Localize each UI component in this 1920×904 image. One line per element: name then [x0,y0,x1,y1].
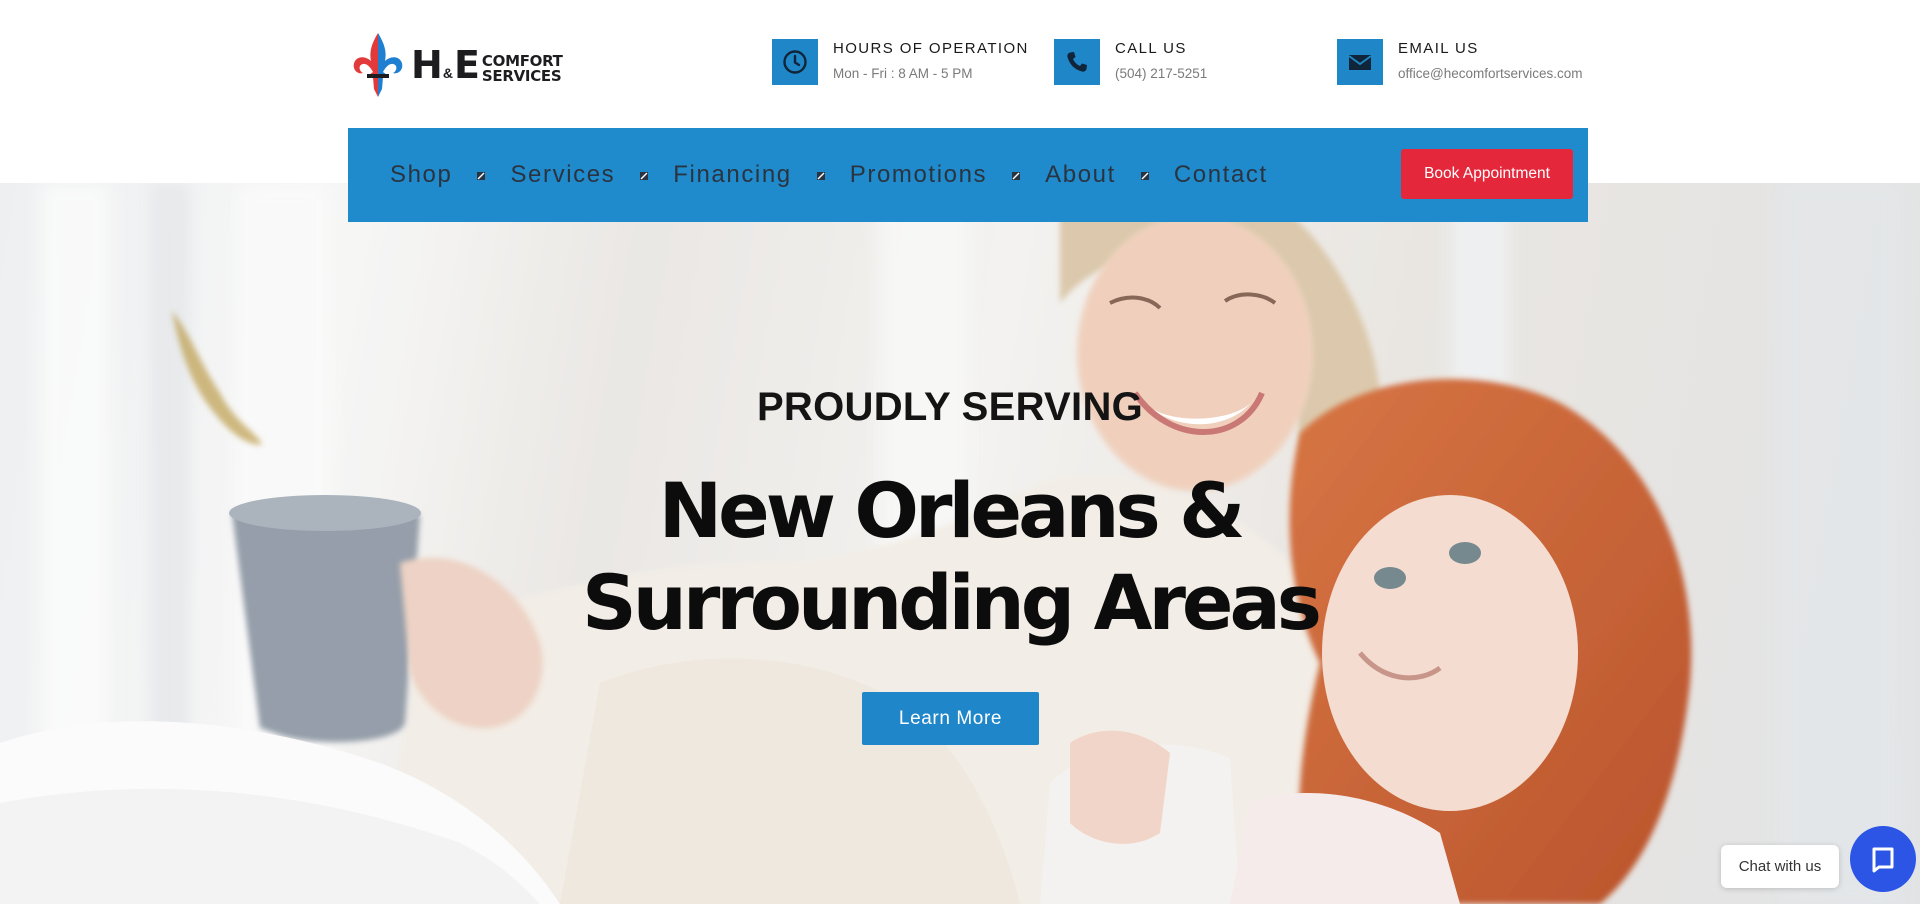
logo-subtext: COMFORT SERVICES [482,54,563,84]
logo-letter-e: E [453,43,480,87]
logo-ampersand: & [442,65,453,81]
chat-with-us-bubble[interactable]: Chat with us [1721,845,1839,888]
nav-separator-icon [1140,172,1149,180]
hours-value: Mon - Fri : 8 AM - 5 PM [833,66,973,81]
chat-launcher-button[interactable] [1850,826,1916,892]
chat-icon [1872,847,1894,873]
nav-separator-icon [816,172,825,180]
logo-letter-h: H [411,43,443,87]
nav-contact[interactable]: Contact [1174,161,1268,189]
fleur-de-lis-logo-icon [353,33,403,97]
hero-headline-line-2: Surrounding Areas [581,558,1322,647]
envelope-icon [1337,39,1383,85]
hero-headline-line-1: New Orleans & [658,466,1246,555]
nav-about[interactable]: About [1045,161,1116,189]
learn-more-button[interactable]: Learn More [862,692,1039,745]
hours-title: HOURS OF OPERATION [833,40,1029,57]
email-info[interactable]: EMAIL US office@hecomfortservices.com [1337,39,1583,85]
email-address-link[interactable]: office@hecomfortservices.com [1398,66,1583,81]
phone-number-link[interactable]: (504) 217-5251 [1115,66,1207,81]
call-info[interactable]: CALL US (504) 217-5251 [1054,39,1207,85]
book-appointment-button[interactable]: Book Appointment [1401,149,1573,199]
nav-shop[interactable]: Shop [390,161,452,189]
clock-icon [772,39,818,85]
phone-icon [1054,39,1100,85]
main-navigation: Shop Services Financing Promotions About… [348,128,1588,222]
logo-wordmark: H & E COMFORT SERVICES [411,46,563,84]
hero-section: PROUDLY SERVING New Orleans & Surroundin… [0,183,1920,904]
email-title: EMAIL US [1398,40,1479,57]
hero-kicker: PROUDLY SERVING [756,385,1144,429]
hours-info: HOURS OF OPERATION Mon - Fri : 8 AM - 5 … [772,39,1029,85]
nav-separator-icon [477,172,486,180]
logo-line-services: SERVICES [481,67,562,85]
hero-headline: New Orleans & Surrounding Areas [0,465,1900,649]
nav-separator-icon [640,172,649,180]
nav-promotions[interactable]: Promotions [850,161,987,189]
company-logo[interactable]: H & E COMFORT SERVICES [347,30,577,100]
nav-menu: Shop Services Financing Promotions About… [390,128,1268,222]
nav-separator-icon [1012,172,1021,180]
nav-financing[interactable]: Financing [673,161,791,189]
nav-services[interactable]: Services [510,161,615,189]
call-title: CALL US [1115,40,1187,57]
